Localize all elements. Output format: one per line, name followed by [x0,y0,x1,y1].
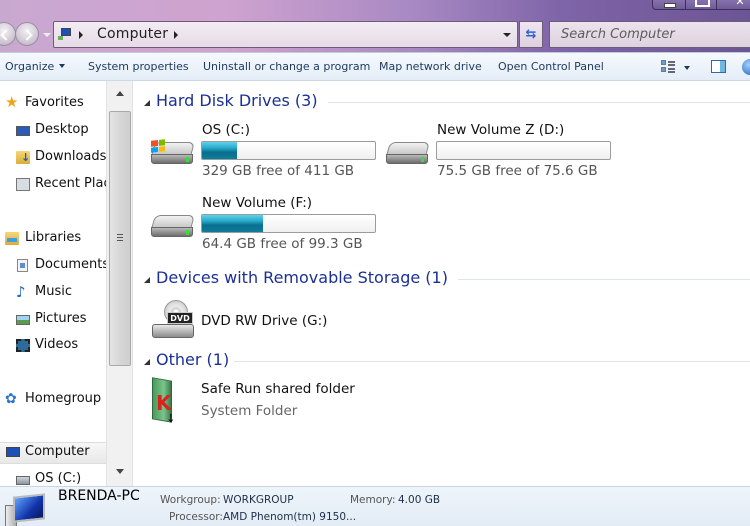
nav-documents[interactable]: Documents [0,256,106,276]
memory-value: 4.00 GB [398,494,441,506]
shared-folder-icon: K ➘ [152,377,182,427]
help-icon[interactable] [742,59,750,75]
computer-name: BRENDA-PC [58,488,140,504]
drive-item[interactable]: New Volume (F:) 64.4 GB free of 99.3 GB [149,195,379,255]
group-other[interactable]: Other (1) [142,349,750,373]
nav-downloads[interactable]: Downloads [0,148,106,168]
desktop-icon [16,126,30,136]
workgroup-label: Workgroup: [160,494,221,506]
dvd-drive-icon: DVD [152,298,196,344]
search-box[interactable] [549,21,750,48]
address-dropdown-icon[interactable] [503,33,511,37]
downloads-icon [16,151,30,164]
nav-desktop[interactable]: Desktop [0,121,106,141]
scroll-thumb[interactable] [109,111,131,366]
breadcrumb-computer[interactable]: Computer [97,26,168,42]
videos-icon [16,339,30,352]
window-controls: ✕ [652,0,750,10]
star-icon: ★ [5,93,19,111]
pictures-icon [16,315,30,325]
recent-places-icon [16,178,30,191]
minimize-button[interactable] [653,0,686,10]
nav-homegroup[interactable]: ✿ Homegroup [0,390,106,410]
hard-drive-icon [151,215,195,241]
recent-pages-dropdown[interactable] [43,33,51,37]
computer-icon [5,493,45,526]
nav-pictures[interactable]: Pictures [0,310,106,330]
divider [328,102,750,103]
nav-computer[interactable]: Computer [0,442,106,464]
nav-recent-places[interactable]: Recent Places [0,175,106,195]
nav-favorites[interactable]: ★ Favorites [0,94,106,114]
uninstall-program-button[interactable]: Uninstall or change a program [203,60,370,73]
drive-icon [16,476,30,485]
processor-label: Processor: [169,511,223,523]
chevron-down-icon [59,64,66,68]
back-button[interactable] [0,22,16,46]
hard-drive-icon [151,139,195,168]
memory-label: Memory: [350,494,396,506]
navigation-pane: ★ Favorites Desktop Downloads Recent Pla… [0,81,106,486]
homegroup-icon: ✿ [5,391,17,407]
details-pane: BRENDA-PC Workgroup: WORKGROUP Memory: 4… [0,486,750,526]
views-icon[interactable] [661,60,675,74]
music-icon: ♪ [16,283,26,301]
processor-value: AMD Phenom(tm) 9150... [223,511,357,523]
breadcrumb-arrow-icon[interactable] [174,31,178,39]
other-item[interactable]: K ➘ Safe Run shared folder System Folder [134,377,434,429]
group-hard-disk-drives[interactable]: Hard Disk Drives (3) [142,90,750,114]
maximize-button[interactable] [686,0,717,10]
collapse-icon[interactable] [144,359,150,365]
address-bar[interactable]: Computer [53,21,518,48]
drive-usage-bar [436,141,611,160]
nav-scrollbar[interactable] [106,81,133,486]
breadcrumb-arrow-icon[interactable] [79,31,83,39]
divider [234,361,750,362]
organize-button[interactable]: Organize [5,60,66,73]
divider [458,279,750,280]
system-properties-button[interactable]: System properties [88,60,189,73]
content-pane: Hard Disk Drives (3) OS (C:) 329 GB free… [134,81,750,486]
nav-os-c[interactable]: OS (C:) [0,470,106,486]
command-bar: Organize System properties Uninstall or … [0,52,750,81]
collapse-icon[interactable] [144,100,150,106]
title-bar: ✕ Computer ⇆ [0,0,750,52]
drive-item[interactable]: New Volume Z (D:) 75.5 GB free of 75.6 G… [384,122,614,182]
nav-libraries[interactable]: Libraries [0,229,106,249]
drive-usage-bar [201,141,376,160]
forward-button[interactable] [15,22,39,46]
nav-videos[interactable]: Videos [0,336,106,356]
computer-icon [6,447,20,457]
grip-icon [117,234,123,241]
hard-drive-icon [386,142,430,168]
computer-icon [58,28,72,40]
libraries-icon [5,232,19,245]
map-network-drive-button[interactable]: Map network drive [379,60,482,73]
search-input[interactable] [550,22,750,47]
views-dropdown-icon[interactable] [684,66,690,70]
scroll-up-icon[interactable] [116,91,124,96]
close-button[interactable]: ✕ [717,0,750,10]
drive-item[interactable]: OS (C:) 329 GB free of 411 GB [149,122,379,182]
windows-logo-icon [151,139,165,153]
workgroup-value: WORKGROUP [223,494,294,506]
preview-pane-icon[interactable] [711,60,726,73]
drive-usage-fill [202,142,237,159]
group-removable-storage[interactable]: Devices with Removable Storage (1) [142,267,750,291]
scroll-down-icon[interactable] [116,469,124,474]
drive-usage-bar [201,214,376,233]
refresh-button[interactable]: ⇆ [519,21,543,48]
collapse-icon[interactable] [144,277,150,283]
open-control-panel-button[interactable]: Open Control Panel [498,60,604,73]
drive-usage-fill [202,215,263,232]
nav-music[interactable]: ♪ Music [0,283,106,303]
device-item[interactable]: DVD DVD RW Drive (G:) [134,298,434,348]
documents-icon [17,259,28,272]
